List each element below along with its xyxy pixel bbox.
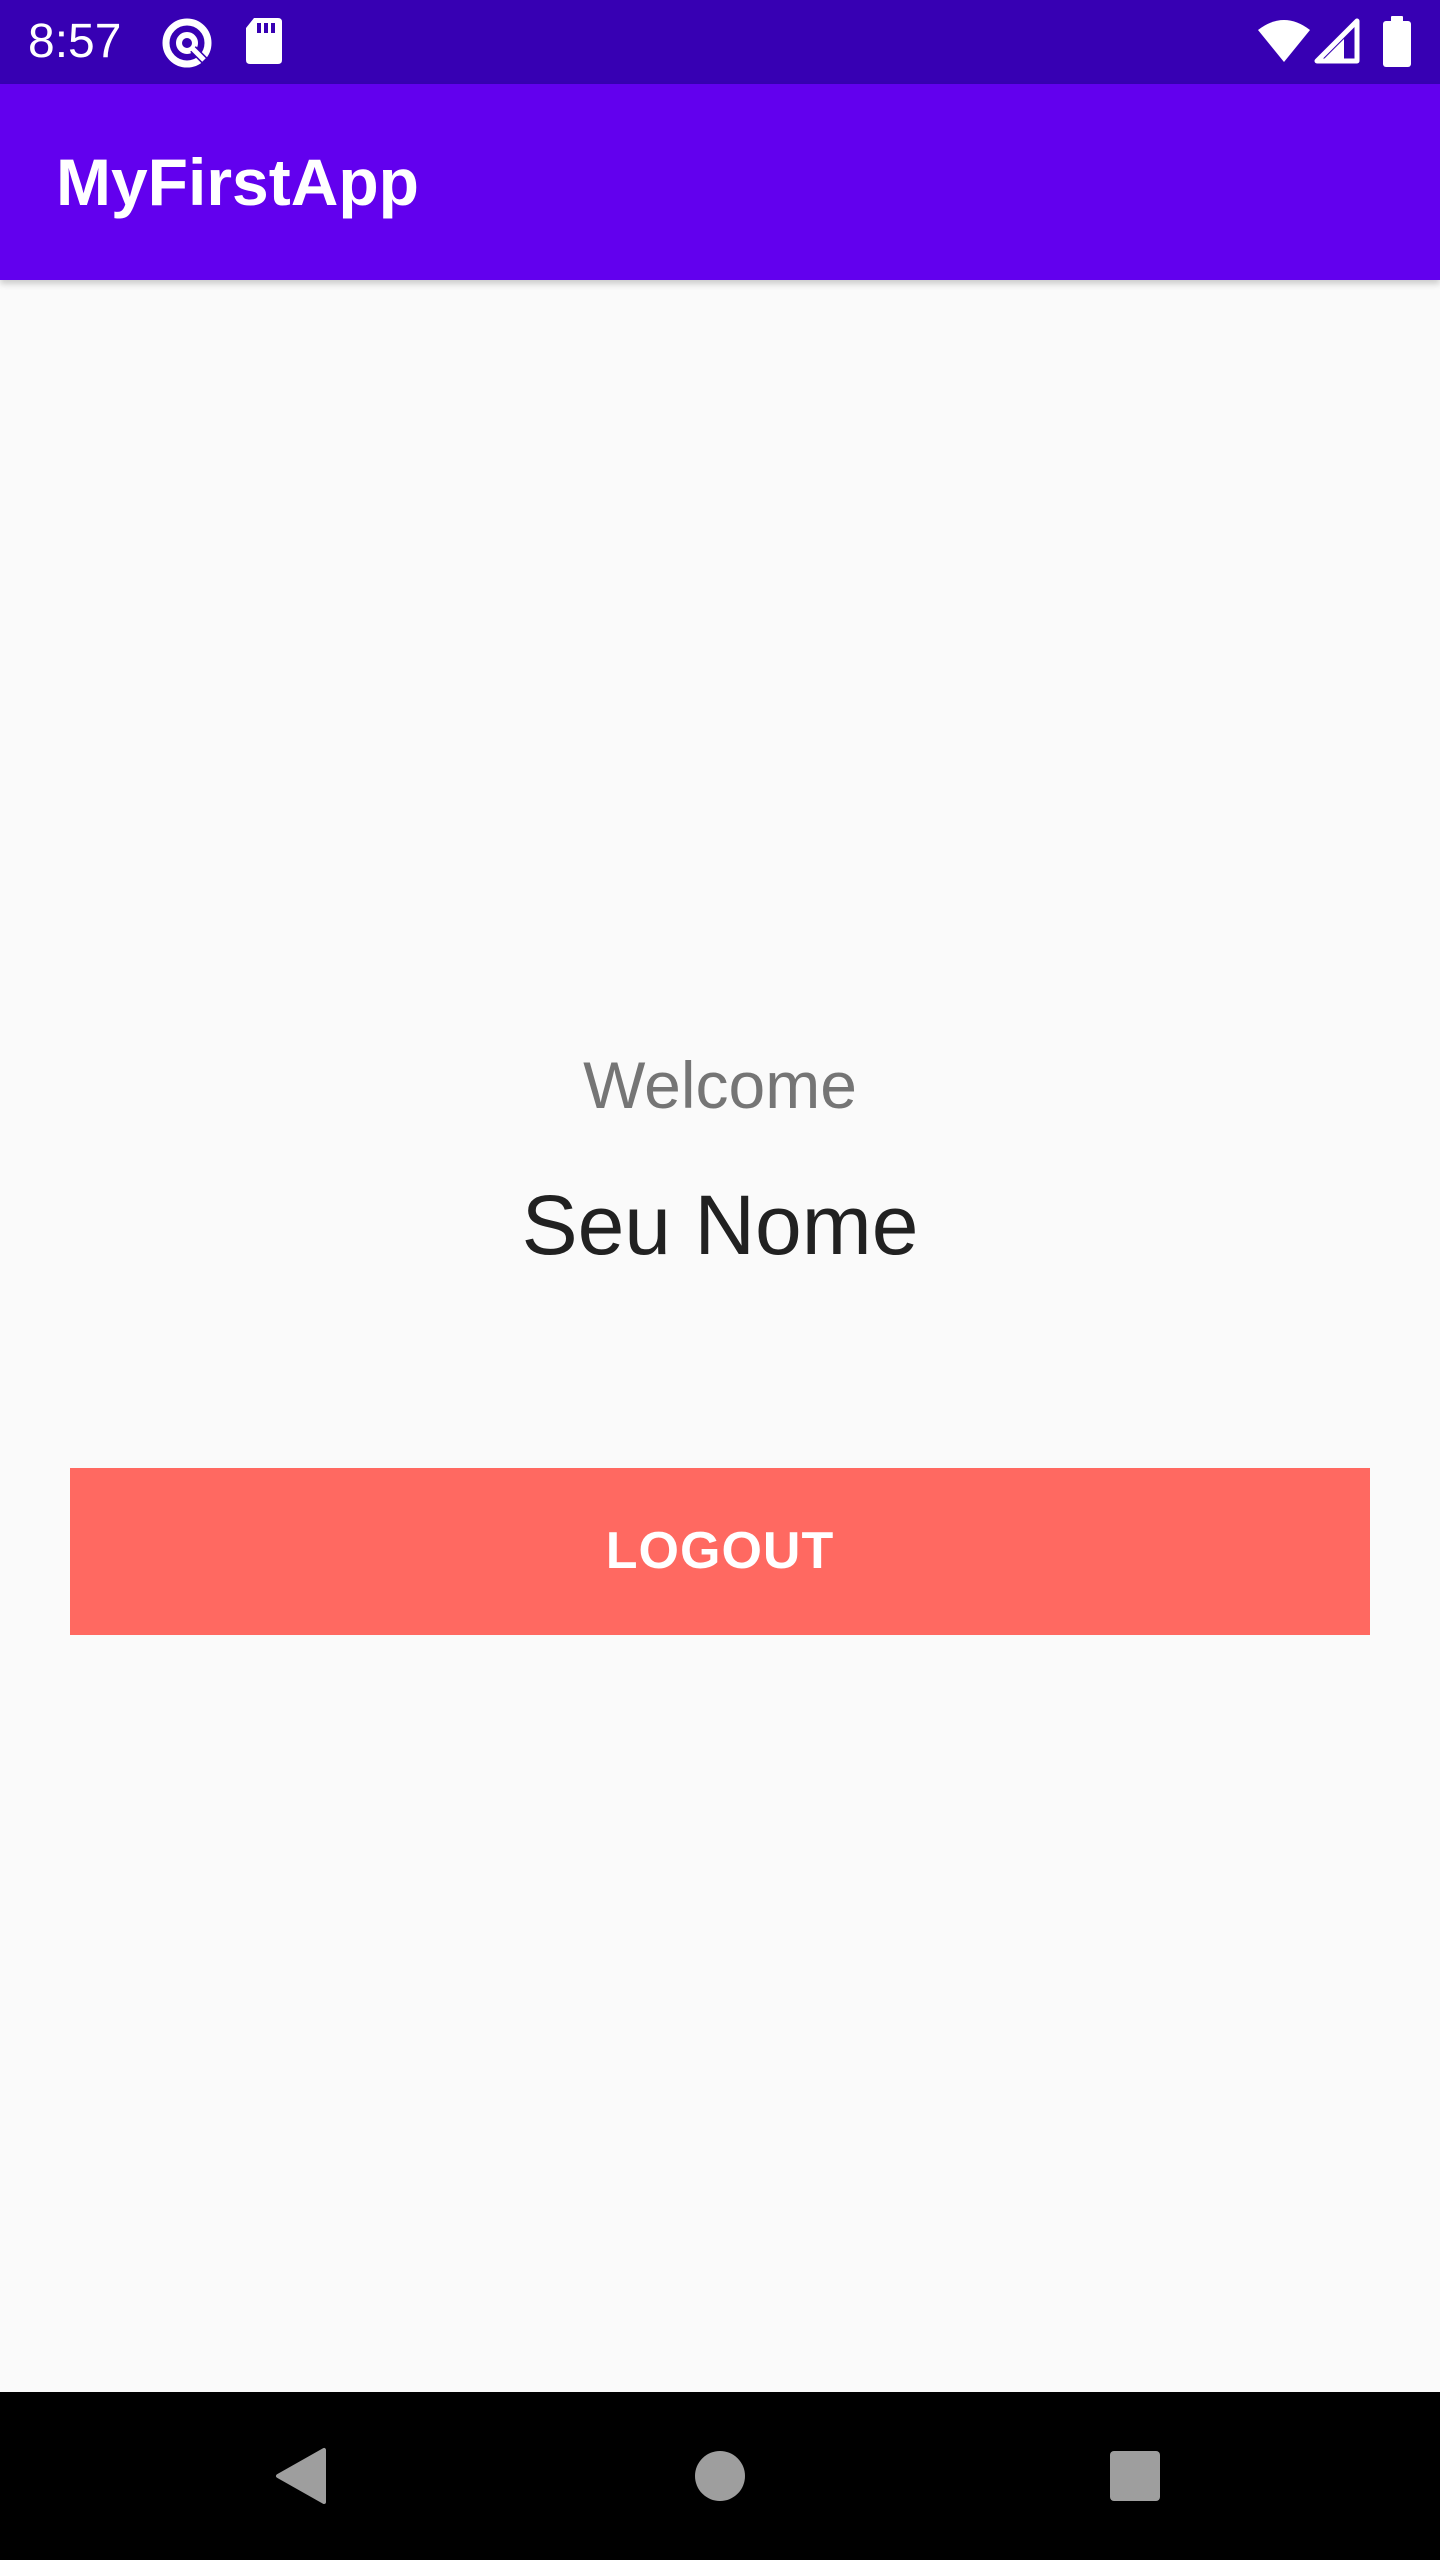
data-saver-icon bbox=[162, 18, 212, 68]
welcome-label: Welcome bbox=[583, 1048, 857, 1122]
sd-card-icon bbox=[246, 18, 282, 64]
app-title: MyFirstApp bbox=[56, 145, 419, 219]
back-icon bbox=[276, 2448, 326, 2504]
status-time: 8:57 bbox=[28, 15, 122, 68]
cell-signal-icon bbox=[1314, 18, 1360, 64]
battery-icon bbox=[1383, 16, 1411, 67]
screen: 8:57 MyFirstApp Welcome Seu Nome LOGOUT bbox=[0, 0, 1440, 2560]
recents-icon bbox=[1110, 2451, 1160, 2501]
home-icon bbox=[695, 2451, 745, 2501]
recents-button[interactable] bbox=[1015, 2392, 1255, 2560]
logout-button[interactable]: LOGOUT bbox=[70, 1468, 1370, 1635]
wifi-icon bbox=[1258, 20, 1310, 62]
nav-bar bbox=[0, 2392, 1440, 2560]
app-bar: MyFirstApp bbox=[0, 84, 1440, 280]
back-button[interactable] bbox=[180, 2392, 420, 2560]
home-button[interactable] bbox=[600, 2392, 840, 2560]
user-name: Seu Nome bbox=[521, 1178, 919, 1272]
status-bar: 8:57 bbox=[0, 0, 1440, 84]
